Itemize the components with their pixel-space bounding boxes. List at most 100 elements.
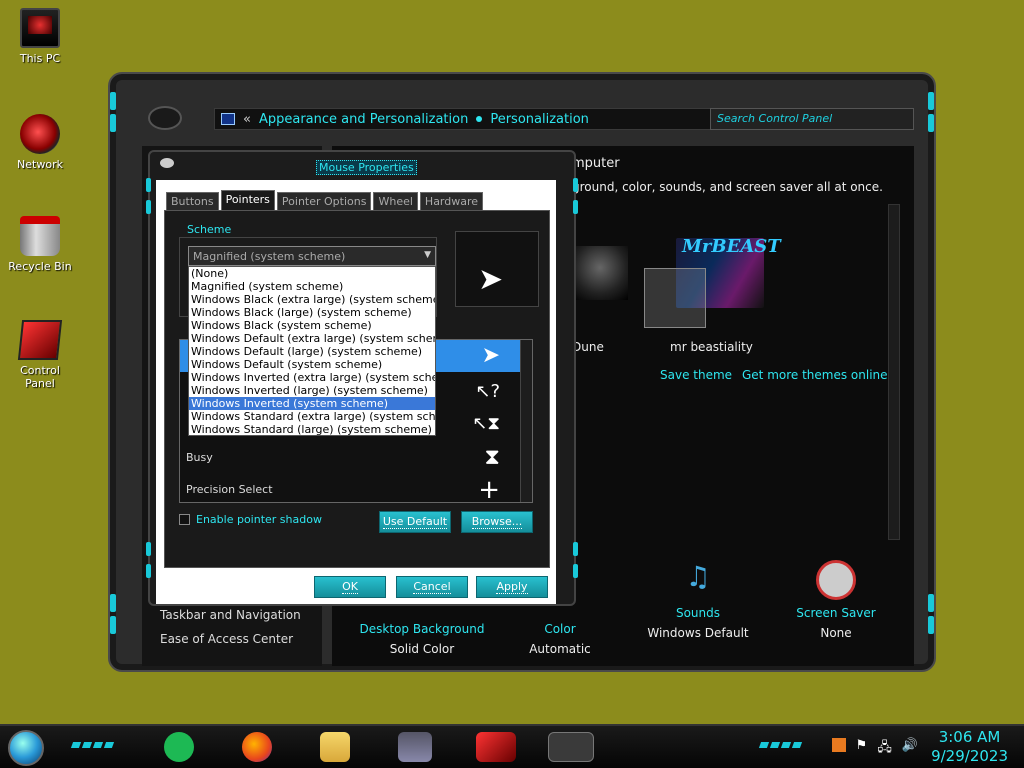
- dropdown-option[interactable]: Windows Black (system scheme): [189, 319, 435, 332]
- start-button[interactable]: [8, 730, 44, 766]
- breadcrumb-back[interactable]: «: [243, 112, 251, 127]
- dropdown-option-highlighted[interactable]: Windows Inverted (system scheme): [189, 397, 435, 410]
- file-explorer-icon[interactable]: [320, 732, 350, 762]
- computer-icon: [20, 8, 60, 48]
- bottom-item-title: Color: [544, 622, 576, 636]
- cursor-glyph: +: [478, 475, 500, 505]
- app-tray-icon[interactable]: [831, 738, 846, 752]
- ok-button[interactable]: OK: [314, 576, 386, 598]
- button-label: Cancel: [413, 580, 451, 594]
- dropdown-option[interactable]: Windows Black (large) (system scheme): [189, 306, 435, 319]
- theme-brand-text: MrBEAST: [682, 236, 781, 257]
- left-nav-link[interactable]: Ease of Access Center: [160, 632, 293, 646]
- screen-saver-icon: [816, 560, 856, 600]
- cursor-list-scrollbar[interactable]: [520, 340, 532, 502]
- mouse-taskbar-icon[interactable]: [548, 732, 594, 762]
- color-item[interactable]: Color Automatic: [490, 622, 630, 656]
- system-tray: ⚑ 🖧 🔊: [831, 738, 918, 760]
- screen-saver-item[interactable]: Screen Saver None: [766, 560, 906, 640]
- recycle-bin-icon: [20, 216, 60, 256]
- themes-panel: MrBEAST Dune mr beastiality Save theme G…: [572, 202, 888, 538]
- desktop-icon-recycle-bin[interactable]: Recycle Bin: [4, 216, 76, 273]
- flag-icon[interactable]: ⚑: [856, 738, 868, 760]
- desktop-background-item[interactable]: Desktop Background Solid Color: [352, 622, 492, 656]
- scheme-select-value: Magnified (system scheme): [193, 250, 346, 263]
- theme-thumbnail-dune[interactable]: [572, 246, 628, 300]
- dropdown-option[interactable]: (None): [189, 267, 435, 280]
- get-more-themes-link[interactable]: Get more themes online: [742, 368, 888, 382]
- frame-accent: [110, 616, 116, 634]
- desktop-icon-this-pc[interactable]: This PC: [4, 8, 76, 65]
- cursor-glyph: ➤: [481, 343, 500, 368]
- sounds-item[interactable]: ♫ Sounds Windows Default: [628, 560, 768, 640]
- app-icon[interactable]: [476, 732, 516, 762]
- apply-button[interactable]: Apply: [476, 576, 548, 598]
- page-title: mputer: [572, 156, 620, 171]
- arrow-cursor-icon: ➤: [478, 262, 504, 297]
- list-item[interactable]: Precision Select +: [180, 474, 520, 506]
- tab-pointer-options[interactable]: Pointer Options: [276, 192, 372, 210]
- browse-button[interactable]: Browse...: [461, 511, 533, 533]
- bottom-item-title: Screen Saver: [796, 606, 876, 620]
- bottom-item-title: Desktop Background: [359, 622, 485, 636]
- dropdown-option[interactable]: Windows Default (extra large) (system sc…: [189, 332, 435, 345]
- left-nav-link[interactable]: Taskbar and Navigation: [160, 608, 301, 622]
- scheme-label: Scheme: [185, 223, 234, 236]
- dropdown-option[interactable]: Windows Inverted (extra large) (system s…: [189, 371, 435, 384]
- cancel-button[interactable]: Cancel: [396, 576, 468, 598]
- frame-accent: [928, 616, 934, 634]
- dropdown-option[interactable]: Windows Inverted (large) (system scheme): [189, 384, 435, 397]
- frame-accent: [573, 564, 578, 578]
- breadcrumb-item[interactable]: Appearance and Personalization: [259, 112, 468, 127]
- taskbar: ⚑ 🖧 🔊 3:06 AM 9/29/2023: [0, 724, 1024, 768]
- theme-label: mr beastiality: [670, 340, 753, 354]
- frame-accent: [146, 542, 151, 556]
- tab-wheel[interactable]: Wheel: [373, 192, 418, 210]
- search-input[interactable]: Search Control Panel: [710, 108, 914, 130]
- dropdown-option[interactable]: Windows Default (large) (system scheme): [189, 345, 435, 358]
- list-item[interactable]: Busy ⧗: [180, 442, 520, 474]
- desktop-icon-network[interactable]: Network: [4, 114, 76, 171]
- button-label: Use Default: [382, 515, 448, 529]
- clock-time: 3:06 AM: [938, 728, 1001, 746]
- save-theme-link[interactable]: Save theme: [660, 368, 732, 382]
- tab-pointers[interactable]: Pointers: [220, 190, 275, 210]
- network-icon[interactable]: 🖧: [877, 738, 892, 760]
- cursor-glyph: ↖⧗: [472, 413, 500, 434]
- dropdown-option[interactable]: Magnified (system scheme): [189, 280, 435, 293]
- cursor-preview: ➤: [455, 231, 539, 307]
- dropdown-option[interactable]: Windows Standard (extra large) (system s…: [189, 410, 435, 423]
- back-forward-icon[interactable]: [148, 106, 182, 130]
- pointer-shadow-checkbox[interactable]: Enable pointer shadow: [179, 513, 322, 526]
- firefox-icon[interactable]: [242, 732, 272, 762]
- control-panel-taskbar-icon[interactable]: [398, 732, 432, 762]
- dropdown-option[interactable]: Windows Standard (large) (system scheme): [189, 423, 435, 436]
- cursor-glyph: ↖?: [475, 381, 500, 402]
- scheme-select[interactable]: Magnified (system scheme) ▼: [188, 246, 436, 266]
- page-description: ground, color, sounds, and screen saver …: [572, 180, 883, 194]
- spotify-icon[interactable]: [164, 732, 194, 762]
- clock[interactable]: 3:06 AM 9/29/2023: [931, 728, 1008, 766]
- checkbox-icon[interactable]: [179, 514, 190, 525]
- volume-icon[interactable]: 🔊: [902, 738, 918, 760]
- theme-selection-overlay: [644, 268, 706, 328]
- theme-label: Dune: [572, 340, 604, 354]
- taskbar-accent: [758, 742, 803, 748]
- dropdown-option[interactable]: Windows Black (extra large) (system sche…: [189, 293, 435, 306]
- tab-buttons[interactable]: Buttons: [166, 192, 219, 210]
- frame-accent: [110, 92, 116, 110]
- button-label: Apply: [496, 580, 528, 594]
- breadcrumb-item[interactable]: Personalization: [490, 112, 589, 127]
- themes-scrollbar[interactable]: [888, 204, 900, 540]
- dropdown-option[interactable]: Windows Default (system scheme): [189, 358, 435, 371]
- network-icon: [20, 114, 60, 154]
- scheme-dropdown-list[interactable]: (None) Magnified (system scheme) Windows…: [188, 266, 436, 436]
- desktop-icon-label: Network: [17, 158, 63, 171]
- bottom-item-title: Sounds: [675, 606, 721, 620]
- use-default-button[interactable]: Use Default: [379, 511, 451, 533]
- tab-hardware[interactable]: Hardware: [419, 192, 484, 210]
- cursor-glyph: ⧗: [484, 445, 500, 470]
- cursor-row-label: Precision Select: [186, 483, 273, 496]
- desktop-icon-control-panel[interactable]: Control Panel: [4, 320, 76, 390]
- chevron-down-icon[interactable]: ▼: [424, 250, 431, 260]
